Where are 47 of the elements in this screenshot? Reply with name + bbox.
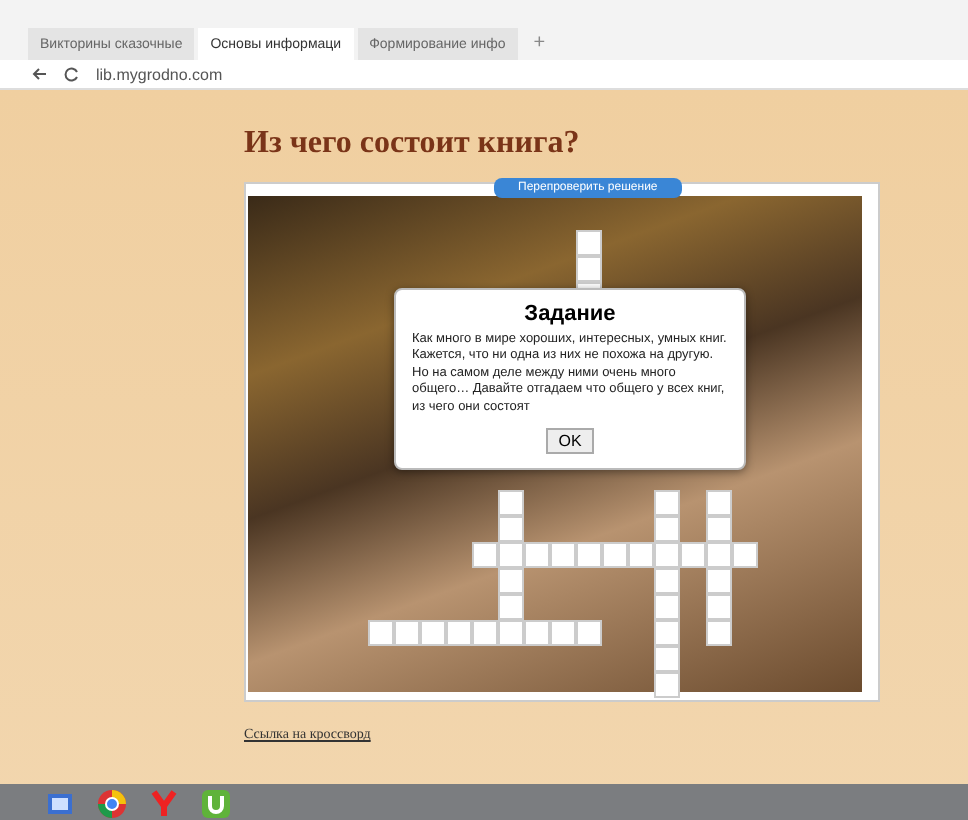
- crossword-cell[interactable]: [420, 620, 446, 646]
- back-arrow-icon[interactable]: [32, 66, 48, 82]
- ok-button[interactable]: OK: [546, 428, 594, 455]
- crossword-cell[interactable]: [498, 542, 524, 568]
- crossword-cell[interactable]: [706, 568, 732, 594]
- crossword-cell[interactable]: [654, 672, 680, 698]
- url-field[interactable]: lib.mygrodno.com: [96, 65, 223, 83]
- crossword-cell[interactable]: [498, 594, 524, 620]
- crossword-cell[interactable]: [654, 542, 680, 568]
- crossword-cell[interactable]: [576, 230, 602, 256]
- crossword-cell[interactable]: [498, 568, 524, 594]
- crossword-cell[interactable]: [654, 620, 680, 646]
- reload-icon[interactable]: [64, 66, 80, 82]
- crossword-cell[interactable]: [732, 542, 758, 568]
- crossword-cell[interactable]: [654, 646, 680, 672]
- crossword-cell[interactable]: [446, 620, 472, 646]
- crossword-cell[interactable]: [472, 620, 498, 646]
- crossword-cell[interactable]: [550, 620, 576, 646]
- crossword-cell[interactable]: [498, 516, 524, 542]
- crossword-cell[interactable]: [654, 594, 680, 620]
- crossword-cell[interactable]: [706, 594, 732, 620]
- crossword-cell[interactable]: [576, 542, 602, 568]
- crossword-cell[interactable]: [706, 620, 732, 646]
- browser-circle-icon[interactable]: [96, 787, 128, 819]
- crossword-cell[interactable]: [498, 490, 524, 516]
- crossword-cell[interactable]: [368, 620, 394, 646]
- crossword-cell[interactable]: [602, 542, 628, 568]
- crossword-cell[interactable]: [706, 490, 732, 516]
- crossword-cell[interactable]: [654, 490, 680, 516]
- crossword-cell[interactable]: [680, 542, 706, 568]
- crossword-cell[interactable]: [706, 542, 732, 568]
- crossword-cell[interactable]: [628, 542, 654, 568]
- crossword-cell[interactable]: [498, 620, 524, 646]
- crossword-cell[interactable]: [524, 542, 550, 568]
- crossword-cell[interactable]: [550, 542, 576, 568]
- dialog-title: Задание: [522, 302, 618, 326]
- crossword-cell[interactable]: [576, 256, 602, 282]
- crossword-cell[interactable]: [654, 516, 680, 542]
- crossword-cell[interactable]: [654, 568, 680, 594]
- crossword-cell[interactable]: [394, 620, 420, 646]
- crossword-cell[interactable]: [472, 542, 498, 568]
- y-letter-icon[interactable]: [148, 787, 180, 819]
- crossword-cell[interactable]: [524, 620, 550, 646]
- u-letter-app-icon[interactable]: [200, 787, 232, 819]
- crossword-cell[interactable]: [706, 516, 732, 542]
- page-title: Из чего состоит книга?: [244, 126, 582, 162]
- crossword-cell[interactable]: [576, 620, 602, 646]
